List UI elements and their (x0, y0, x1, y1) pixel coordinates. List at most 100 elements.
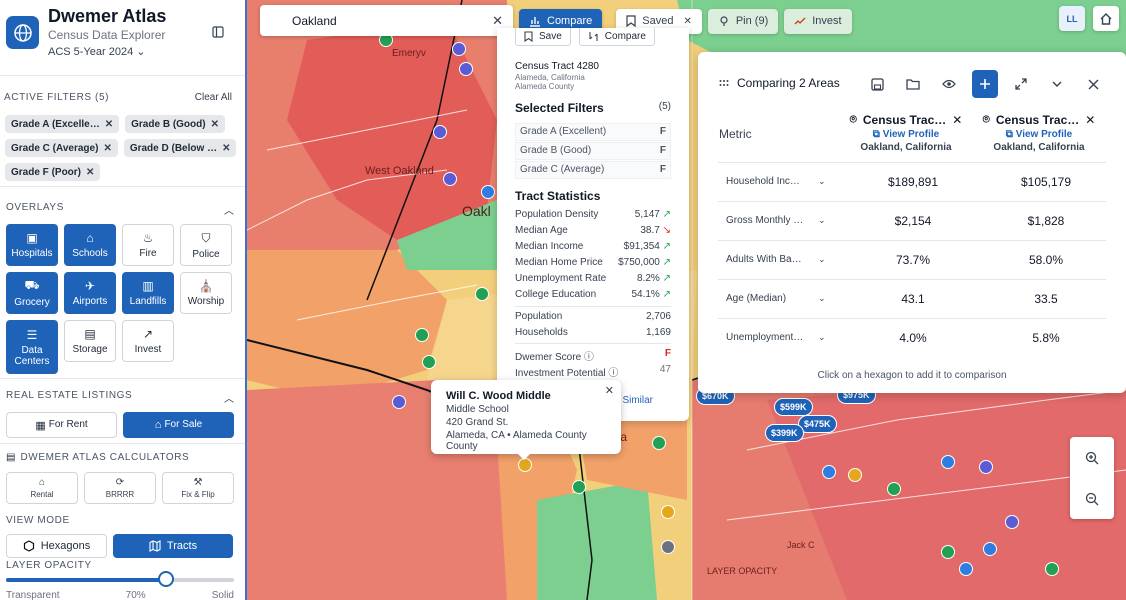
view-profile-link[interactable]: ⧉ View Profile (846, 129, 966, 140)
opacity-slider-thumb[interactable] (157, 571, 174, 587)
school-marker[interactable] (979, 460, 993, 474)
hexagons-mode-button[interactable]: Hexagons (6, 534, 107, 558)
overlay-toggle-data-centers[interactable]: ☰ Data Centers (6, 320, 58, 374)
fix-flip-calculator-button[interactable]: ⚒ Fix & Flip (162, 472, 234, 504)
metric-name: Household Inc… (726, 176, 800, 187)
listing-price-marker[interactable]: $475K (798, 415, 837, 433)
grocery-marker[interactable] (415, 328, 429, 342)
dataset-selector[interactable]: ACS 5-Year 2024 ⌄ (48, 45, 146, 58)
rental-calculator-button[interactable]: ⌂ Rental (6, 472, 78, 504)
save-comparison-button[interactable] (864, 70, 890, 98)
clear-filters-button[interactable]: Clear All (195, 92, 232, 103)
overlay-toggle-airports[interactable]: ✈ Airports (64, 272, 116, 314)
brrrr-calculator-button[interactable]: ⟳ BRRRR (84, 472, 156, 504)
overlay-toggle-worship[interactable]: ⛪ Worship (180, 272, 232, 314)
collapse-button[interactable] (1044, 70, 1070, 98)
overlay-toggle-invest[interactable]: ↗ Invest (122, 320, 174, 362)
grocery-marker[interactable] (422, 355, 436, 369)
grocery-marker[interactable] (652, 436, 666, 450)
compare-metric-row[interactable]: Unemployment… ⌄ 4.0% 5.8% (718, 318, 1106, 356)
clear-search-icon[interactable]: ✕ (492, 13, 503, 29)
remove-filter-icon[interactable]: ✕ (105, 119, 113, 130)
compare-tract-button[interactable]: Compare (578, 28, 655, 46)
overlay-toggle-grocery[interactable]: ⛟ Grocery (6, 272, 58, 314)
remove-filter-icon[interactable]: ✕ (211, 119, 219, 130)
remove-filter-icon[interactable]: ✕ (103, 143, 111, 154)
school-marker[interactable] (959, 562, 973, 576)
for-rent-button[interactable]: ▦ For Rent (6, 412, 117, 438)
visibility-button[interactable] (936, 70, 962, 98)
remove-area-icon[interactable]: ✕ (1085, 113, 1095, 127)
grocery-marker[interactable] (572, 480, 586, 494)
overlay-toggle-hospitals[interactable]: ▣ Hospitals (6, 224, 58, 266)
close-icon[interactable]: ✕ (683, 16, 691, 27)
school-marker[interactable] (822, 465, 836, 479)
open-folder-button[interactable] (900, 70, 926, 98)
close-compare-button[interactable] (1080, 70, 1106, 98)
search-input[interactable]: Oakland (292, 14, 337, 28)
search-bar[interactable]: Oakland ✕ (260, 5, 513, 36)
compare-metric-row[interactable]: Household Inc… ⌄ $189,891 $105,179 (718, 162, 1106, 200)
home-button[interactable] (1093, 6, 1119, 31)
pin-button[interactable]: Pin (9) (707, 8, 779, 34)
remove-area-icon[interactable]: ✕ (952, 113, 962, 127)
zoom-out-button[interactable] (1070, 478, 1114, 519)
chevron-down-icon[interactable]: ⌄ (818, 332, 844, 343)
zoom-in-button[interactable] (1070, 437, 1114, 478)
overlay-toggle-police[interactable]: ⛉ Police (180, 224, 232, 266)
drag-handle-icon[interactable] (719, 79, 729, 87)
school-marker[interactable] (481, 185, 495, 199)
compare-metric-row[interactable]: Adults With Ba… ⌄ 73.7% 58.0% (718, 240, 1106, 278)
compare-metric-row[interactable]: Age (Median) ⌄ 43.1 33.5 (718, 279, 1106, 317)
chevron-up-icon[interactable]: ︿ (224, 202, 234, 217)
sidebar-toggle-icon[interactable] (212, 26, 224, 41)
similar-link[interactable]: Similar (622, 395, 653, 406)
listing-price-marker[interactable]: $399K (765, 424, 804, 442)
user-avatar-button[interactable]: LL (1059, 6, 1085, 31)
compare-metric-row[interactable]: Gross Monthly … ⌄ $2,154 $1,828 (718, 201, 1106, 239)
chevron-down-icon[interactable]: ⌄ (818, 254, 844, 265)
real-estate-heading: REAL ESTATE LISTINGS (6, 390, 133, 401)
for-sale-button[interactable]: ⌂ For Sale (123, 412, 234, 438)
overlay-toggle-schools[interactable]: ⌂ Schools (64, 224, 116, 266)
overlay-toggle-fire[interactable]: ♨ Fire (122, 224, 174, 266)
school-marker[interactable] (848, 468, 862, 482)
school-marker[interactable] (443, 172, 457, 186)
listing-price-marker[interactable]: $599K (774, 398, 813, 416)
plus-icon (980, 79, 990, 89)
school-marker[interactable] (1005, 515, 1019, 529)
expand-button[interactable] (1008, 70, 1034, 98)
remove-filter-icon[interactable]: ✕ (222, 143, 230, 154)
school-marker[interactable] (459, 62, 473, 76)
grocery-marker[interactable] (475, 287, 489, 301)
storage-marker[interactable] (661, 540, 675, 554)
filter-chips: Grade A (Excelle… ✕ Grade B (Good) ✕ Grade C… (5, 115, 241, 181)
add-area-button[interactable] (972, 70, 998, 98)
tracts-mode-button[interactable]: Tracts (113, 534, 233, 558)
school-marker[interactable] (392, 395, 406, 409)
close-popup-icon[interactable]: ✕ (605, 384, 614, 397)
school-marker[interactable] (452, 42, 466, 56)
close-icon (1088, 79, 1098, 89)
opacity-slider[interactable] (6, 571, 234, 587)
grocery-marker[interactable] (1045, 562, 1059, 576)
save-tract-button[interactable]: Save (515, 28, 571, 46)
school-marker[interactable] (941, 455, 955, 469)
grocery-marker[interactable] (887, 482, 901, 496)
school-marker[interactable] (433, 125, 447, 139)
school-marker[interactable] (518, 458, 532, 472)
chevron-down-icon[interactable]: ⌄ (818, 215, 844, 226)
school-marker[interactable] (983, 542, 997, 556)
chevron-up-icon[interactable]: ︿ (224, 390, 234, 405)
building-icon: ▦ (35, 420, 46, 432)
tract-stats-heading: Tract Statistics (515, 189, 601, 203)
chevron-down-icon[interactable]: ⌄ (818, 176, 844, 187)
school-marker[interactable] (661, 505, 675, 519)
invest-button[interactable]: Invest (784, 8, 852, 34)
overlay-toggle-landfills[interactable]: ▥ Landfills (122, 272, 174, 314)
chevron-down-icon[interactable]: ⌄ (818, 293, 844, 304)
remove-filter-icon[interactable]: ✕ (86, 167, 94, 178)
grocery-marker[interactable] (941, 545, 955, 559)
view-profile-link[interactable]: ⧉ View Profile (979, 129, 1099, 140)
overlay-toggle-storage[interactable]: ▤ Storage (64, 320, 116, 362)
